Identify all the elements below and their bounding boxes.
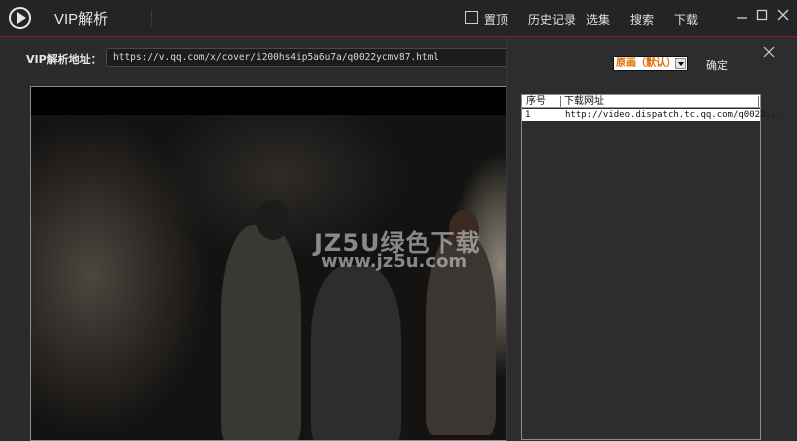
- app-title: VIP解析: [54, 11, 109, 28]
- column-header-url[interactable]: 下载网址: [564, 95, 604, 108]
- chevron-down-icon[interactable]: [675, 58, 686, 69]
- panel-close-icon[interactable]: [763, 46, 775, 58]
- episodes-button[interactable]: 选集: [586, 11, 610, 28]
- url-label: VIP解析地址：: [26, 53, 102, 66]
- download-table: 序号 下载网址 1 http://video.dispatch.tc.qq.co…: [521, 94, 782, 440]
- table-header: 序号 下载网址: [522, 95, 760, 108]
- quality-select-value: 原画（默认）: [616, 58, 676, 69]
- row-url: http://video.dispatch.tc.qq.com/q0022...: [565, 110, 782, 120]
- column-divider[interactable]: [560, 96, 561, 107]
- download-button[interactable]: 下载: [674, 11, 698, 28]
- maximize-icon[interactable]: [755, 8, 769, 22]
- quality-select[interactable]: 原画（默认）: [613, 56, 688, 71]
- watermark-url: www.jz5u.com: [321, 251, 468, 272]
- row-index: 1: [525, 110, 531, 120]
- video-frame[interactable]: JZ5U绿色下载 www.jz5u.com: [31, 115, 509, 440]
- download-panel: 原画（默认） 确定 序号 下载网址 1 http://video.dispatc…: [506, 37, 797, 441]
- scene-figure: [256, 200, 290, 240]
- scene-figure: [221, 225, 301, 440]
- minimize-icon[interactable]: [735, 8, 749, 22]
- table-row[interactable]: 1 http://video.dispatch.tc.qq.com/q0022.…: [522, 109, 782, 121]
- play-logo-icon: [9, 7, 31, 29]
- url-input[interactable]: https://v.qq.com/x/cover/i200hs4ip5a6u7a…: [106, 48, 510, 67]
- title-separator: [151, 10, 152, 26]
- pin-label[interactable]: 置顶: [484, 11, 508, 28]
- confirm-button[interactable]: 确定: [706, 57, 728, 73]
- history-button[interactable]: 历史记录: [528, 11, 576, 28]
- close-icon[interactable]: [776, 8, 790, 22]
- search-button[interactable]: 搜索: [630, 11, 654, 28]
- video-player[interactable]: JZ5U绿色下载 www.jz5u.com: [30, 86, 510, 441]
- column-divider[interactable]: [758, 96, 759, 107]
- pin-checkbox[interactable]: [465, 11, 478, 24]
- scene-figure: [311, 265, 401, 440]
- column-header-index[interactable]: 序号: [526, 95, 546, 108]
- title-bar: VIP解析 置顶 历史记录 选集 搜索 下载: [0, 0, 797, 37]
